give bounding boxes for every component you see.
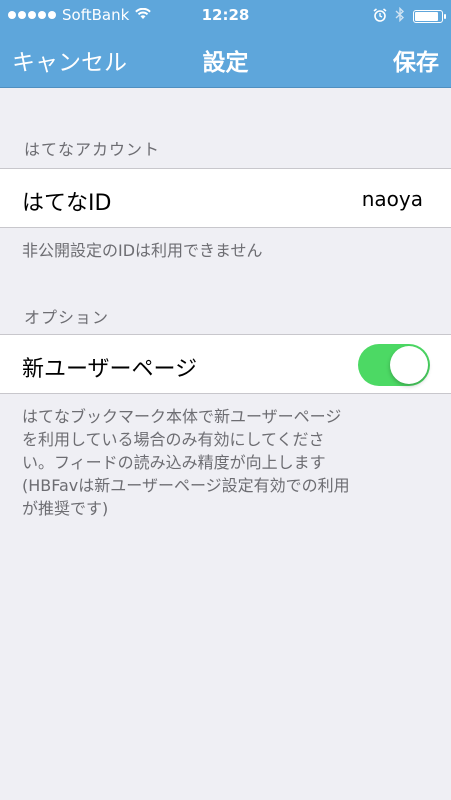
options-footer-line: が推奨です) — [22, 499, 109, 518]
alarm-icon — [373, 7, 387, 26]
new-user-page-toggle[interactable] — [358, 344, 430, 386]
hatena-id-cell[interactable]: はてなID naoya — [0, 168, 451, 228]
status-right — [373, 6, 446, 26]
new-user-page-label: 新ユーザーページ — [22, 357, 198, 382]
save-button[interactable]: 保存 — [393, 43, 439, 77]
hatena-id-label: はてなID — [22, 191, 112, 216]
options-section-header: オプション — [24, 308, 110, 327]
options-footer-line: はてなブックマーク本体で新ユーザーページ — [22, 407, 342, 426]
account-section-header: はてなアカウント — [24, 140, 161, 159]
options-footer-line: い。フィードの読み込み精度が向上します — [22, 453, 326, 472]
battery-icon — [413, 10, 446, 23]
hatena-id-value: naoya — [361, 187, 423, 211]
navigation-bar: キャンセル 設定 保存 — [0, 30, 451, 88]
bluetooth-icon — [395, 6, 405, 26]
account-section-footer: 非公開設定のIDは利用できません — [22, 241, 263, 260]
settings-screen: SoftBank 12:28 キャンセル 設定 保存 はてなアカウント はてなI… — [0, 0, 451, 800]
options-footer-line: (HBFavは新ユーザーページ設定有効での利用 — [22, 476, 350, 495]
status-bar: SoftBank 12:28 — [0, 0, 451, 30]
options-footer-line: を利用している場合のみ有効にしてくださ — [22, 430, 325, 449]
options-section-footer: はてなブックマーク本体で新ユーザーページ を利用している場合のみ有効にしてくださ… — [22, 405, 427, 520]
toggle-knob — [390, 346, 428, 384]
page-title: 設定 — [202, 50, 249, 76]
new-user-page-cell: 新ユーザーページ — [0, 334, 451, 394]
